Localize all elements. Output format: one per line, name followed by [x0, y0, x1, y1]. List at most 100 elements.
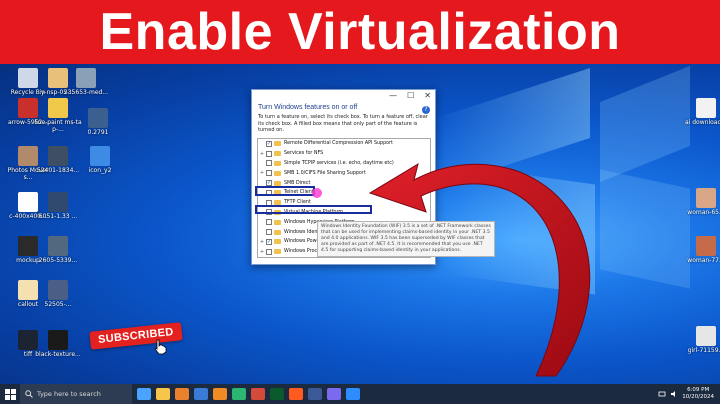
- feature-checkbox[interactable]: [266, 170, 272, 177]
- network-icon[interactable]: [658, 390, 666, 398]
- dialog-titlebar[interactable]: — ☐ ✕: [252, 90, 435, 102]
- feature-row[interactable]: Simple TCPIP services (i.e. echo, daytim…: [258, 159, 430, 169]
- desktop-icon[interactable]: woman-77...: [682, 236, 720, 265]
- taskbar: Type here to search 6:09 PM 10/20/2024: [0, 384, 720, 404]
- desktop-icon[interactable]: 52401-1834...: [34, 146, 82, 175]
- clock-time: 6:09 PM: [687, 387, 710, 394]
- file-thumbnail-icon: [48, 280, 68, 300]
- desktop-icon[interactable]: 0.2791: [74, 108, 122, 137]
- file-thumbnail-icon: [48, 146, 68, 166]
- desktop-icon-label: 6051-1.33 ...: [38, 213, 78, 220]
- file-thumbnail-icon: [48, 98, 68, 118]
- clock-date: 10/20/2024: [682, 394, 714, 400]
- desktop-icon-label: woman-65...: [687, 209, 720, 216]
- feature-checkbox[interactable]: [266, 150, 272, 157]
- desktop-icon-label: black-texture...: [35, 351, 81, 358]
- folder-icon: [274, 249, 281, 255]
- file-thumbnail-icon: [48, 330, 68, 350]
- desktop-icon-label: 52401-1834...: [36, 167, 80, 174]
- taskbar-app-icon[interactable]: [213, 388, 227, 400]
- file-thumbnail-icon: [696, 326, 716, 346]
- taskbar-pinned-apps: [132, 388, 360, 400]
- folder-icon: [274, 180, 281, 186]
- dialog-heading: Turn Windows features on or off: [258, 104, 358, 111]
- expand-toggle[interactable]: +: [258, 170, 266, 176]
- feature-label: Remote Differential Compression API Supp…: [284, 141, 393, 147]
- desktop-icon[interactable]: woman-65...: [682, 188, 720, 217]
- feature-label: Simple TCPIP services (i.e. echo, daytim…: [284, 160, 394, 166]
- file-thumbnail-icon: [76, 68, 96, 88]
- feature-tooltip: Windows Identity Foundation (WIF) 3.5 is…: [317, 221, 495, 257]
- taskbar-app-icon[interactable]: [270, 388, 284, 400]
- taskbar-app-icon[interactable]: [232, 388, 246, 400]
- folder-icon: [274, 160, 281, 166]
- file-thumbnail-icon: [696, 188, 716, 208]
- dialog-description: To turn a feature on, select its check b…: [258, 114, 428, 133]
- file-thumbnail-icon: [88, 108, 108, 128]
- wallpaper-light-beam: [600, 169, 690, 289]
- file-thumbnail-icon: [90, 146, 110, 166]
- search-placeholder: Type here to search: [37, 390, 101, 398]
- taskbar-app-icon[interactable]: [194, 388, 208, 400]
- file-thumbnail-icon: [48, 192, 68, 212]
- desktop-icon-label: woman-77...: [687, 257, 720, 264]
- expand-toggle[interactable]: +: [258, 239, 266, 245]
- feature-row[interactable]: ✓ Remote Differential Compression API Sup…: [258, 139, 430, 149]
- feature-checkbox[interactable]: [266, 219, 272, 226]
- feature-checkbox[interactable]: [266, 160, 272, 167]
- desktop-icon-label: 2605-5339...: [38, 257, 78, 264]
- volume-icon[interactable]: [670, 390, 678, 398]
- taskbar-app-icon[interactable]: [251, 388, 265, 400]
- desktop-icon-label: 52505-...: [44, 301, 72, 308]
- maximize-button[interactable]: ☐: [407, 92, 414, 100]
- taskbar-app-icon[interactable]: [289, 388, 303, 400]
- taskbar-app-icon[interactable]: [327, 388, 341, 400]
- folder-icon: [274, 229, 281, 235]
- taskbar-search-box[interactable]: Type here to search: [20, 384, 132, 404]
- feature-row[interactable]: + Services for NFS: [258, 149, 430, 159]
- start-button[interactable]: [0, 384, 20, 404]
- desktop-icon[interactable]: 6051-1.33 ...: [34, 192, 82, 221]
- desktop-icon[interactable]: girl-71159...: [682, 326, 720, 355]
- taskbar-app-icon[interactable]: [308, 388, 322, 400]
- hand-cursor-icon: [154, 339, 167, 355]
- feature-checkbox[interactable]: ✓: [266, 238, 272, 245]
- desktop-icon[interactable]: 235653-med...: [62, 68, 110, 97]
- highlight-box-tftp: [255, 186, 315, 196]
- desktop-icon-label: girl-71159...: [687, 347, 720, 354]
- close-button[interactable]: ✕: [424, 92, 431, 100]
- folder-icon: [274, 239, 281, 245]
- desktop-icon-label: 235653-med...: [63, 89, 109, 96]
- desktop-icon-label: 0.2791: [87, 129, 109, 136]
- clock[interactable]: 6:09 PM 10/20/2024: [682, 387, 714, 400]
- banner-title: Enable Virtualization: [99, 3, 621, 61]
- help-icon[interactable]: ?: [422, 106, 430, 114]
- feature-checkbox[interactable]: [266, 248, 272, 255]
- desktop-icon-label: icon_y2: [88, 167, 112, 174]
- feature-checkbox[interactable]: [266, 229, 272, 236]
- expand-toggle[interactable]: +: [258, 249, 266, 255]
- desktop-icon[interactable]: black-texture...: [34, 330, 82, 359]
- desktop-icon[interactable]: 2605-5339...: [34, 236, 82, 265]
- folder-icon: [274, 151, 281, 157]
- taskbar-app-icon[interactable]: [346, 388, 360, 400]
- feature-row[interactable]: + SMB 1.0/CIFS File Sharing Support: [258, 168, 430, 178]
- feature-label: Services for NFS: [284, 151, 324, 157]
- system-tray: 6:09 PM 10/20/2024: [658, 384, 714, 404]
- windows-logo-icon: [4, 388, 16, 400]
- file-thumbnail-icon: [696, 98, 716, 118]
- desktop-icon[interactable]: 52505-...: [34, 280, 82, 309]
- feature-checkbox[interactable]: ✓: [266, 140, 272, 147]
- taskbar-app-icon[interactable]: [156, 388, 170, 400]
- folder-icon: [274, 170, 281, 176]
- expand-toggle[interactable]: +: [258, 151, 266, 157]
- feature-label: SMB 1.0/CIFS File Sharing Support: [284, 170, 366, 176]
- desktop-icon[interactable]: icon_y2: [76, 146, 124, 175]
- minimize-button[interactable]: —: [389, 92, 397, 100]
- taskbar-app-icon[interactable]: [137, 388, 151, 400]
- title-banner: Enable Virtualization: [0, 0, 720, 64]
- wallpaper-light-beam: [600, 65, 690, 183]
- taskbar-app-icon[interactable]: [175, 388, 189, 400]
- desktop-icon-label: ai download...: [685, 119, 720, 126]
- desktop-icon[interactable]: ai download...: [682, 98, 720, 127]
